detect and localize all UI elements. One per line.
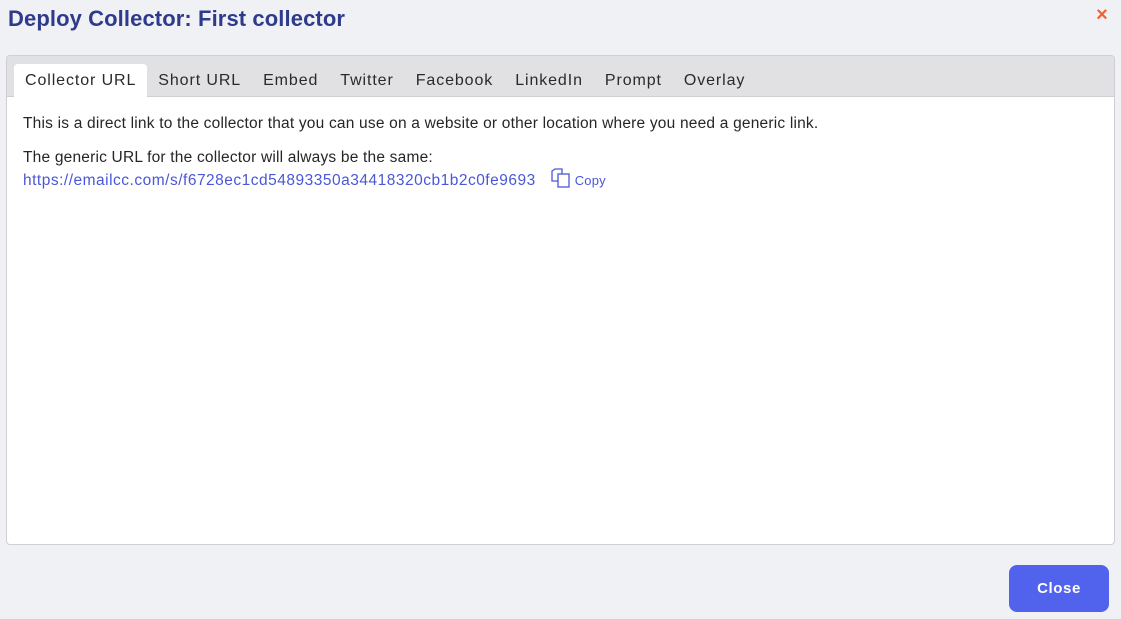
tab-collector-url[interactable]: Collector URL xyxy=(14,64,148,97)
close-icon[interactable]: × xyxy=(1093,5,1111,25)
tab-linkedin[interactable]: LinkedIn xyxy=(504,65,594,97)
close-button[interactable]: Close xyxy=(1009,565,1109,612)
collector-url-link[interactable]: https://emailcc.com/s/f6728ec1cd54893350… xyxy=(23,171,536,191)
copy-label: Copy xyxy=(574,173,606,188)
description-text: This is a direct link to the collector t… xyxy=(23,115,819,132)
tab-embed[interactable]: Embed xyxy=(252,65,329,97)
copy-icon xyxy=(550,168,575,194)
dialog-title: Deploy Collector: First collector xyxy=(8,6,346,31)
url-row: https://emailcc.com/s/f6728ec1cd54893350… xyxy=(23,168,1098,194)
tab-prompt[interactable]: Prompt xyxy=(594,65,673,97)
tab-content: This is a direct link to the collector t… xyxy=(7,97,1114,211)
generic-url-label: The generic URL for the collector will a… xyxy=(23,149,433,166)
tab-twitter[interactable]: Twitter xyxy=(329,65,404,97)
tabs-panel: Collector URL Short URL Embed Twitter Fa… xyxy=(6,55,1115,545)
copy-button[interactable]: Copy xyxy=(550,168,606,194)
tab-overlay[interactable]: Overlay xyxy=(673,65,756,97)
tab-short-url[interactable]: Short URL xyxy=(147,65,252,97)
tab-facebook[interactable]: Facebook xyxy=(405,65,504,97)
tab-strip: Collector URL Short URL Embed Twitter Fa… xyxy=(7,56,1114,97)
